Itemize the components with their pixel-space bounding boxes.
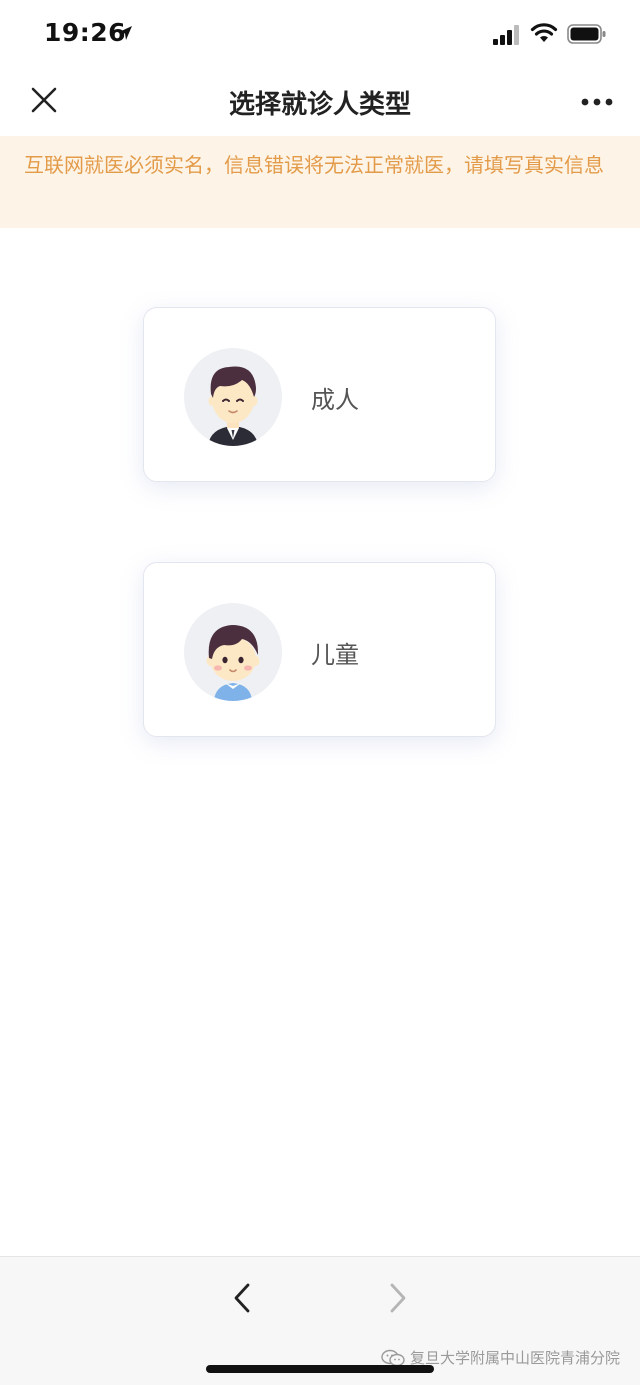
back-arrow-icon[interactable] (228, 1281, 256, 1315)
home-indicator (206, 1365, 434, 1373)
child-label: 儿童 (311, 641, 359, 669)
browser-toolbar: 复旦大学附属中山医院青浦分院 (0, 1256, 640, 1385)
navigation-bar: 选择就诊人类型 (0, 66, 640, 136)
status-time: 19:26 (44, 18, 127, 47)
wechat-icon (381, 1349, 405, 1366)
location-arrow-icon (118, 26, 132, 40)
wifi-icon (530, 23, 558, 42)
adult-avatar-icon (184, 348, 282, 446)
status-bar: 19:26 (0, 0, 640, 66)
cellular-signal-icon (493, 25, 519, 45)
notice-text: 互联网就医必须实名，信息错误将无法正常就医，请填写真实信息 (24, 153, 604, 177)
page-title: 选择就诊人类型 (228, 90, 411, 120)
adult-label: 成人 (311, 386, 359, 414)
adult-type-card[interactable]: 成人 (143, 307, 496, 482)
watermark-text: 复旦大学附属中山医院青浦分院 (409, 1349, 620, 1367)
battery-icon (567, 24, 606, 44)
child-avatar-icon (184, 603, 282, 701)
child-type-card[interactable]: 儿童 (143, 562, 496, 737)
forward-arrow-icon[interactable] (384, 1281, 412, 1315)
more-options-icon[interactable] (574, 88, 620, 116)
real-name-notice-banner: 互联网就医必须实名，信息错误将无法正常就医，请填写真实信息 (0, 136, 640, 228)
